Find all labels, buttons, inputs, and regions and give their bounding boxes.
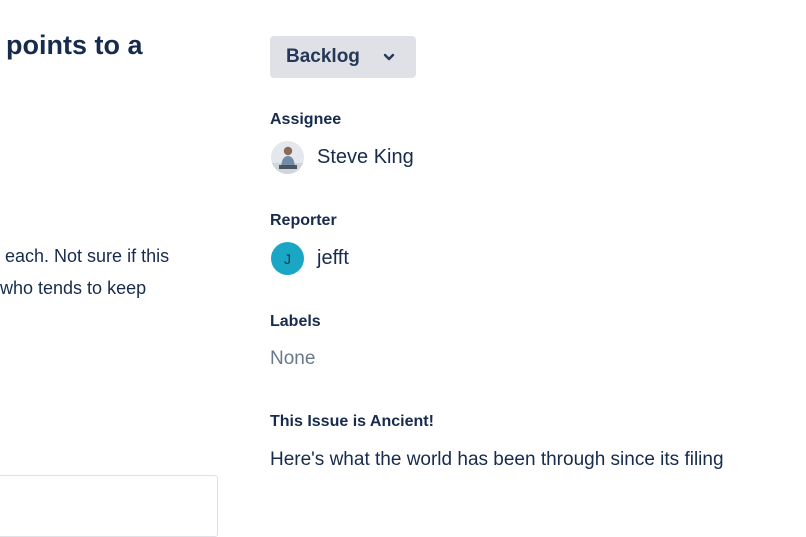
- share-icon[interactable]: [702, 0, 724, 6]
- reporter-avatar: J: [271, 242, 304, 275]
- reporter-label: Reporter: [270, 212, 337, 229]
- assignee-label: Assignee: [270, 111, 342, 128]
- labels-value[interactable]: None: [270, 348, 315, 370]
- header-toolbar: [540, 0, 780, 6]
- reporter-name: jefft: [317, 247, 349, 269]
- feedback-icon[interactable]: [552, 0, 566, 6]
- assignee-avatar: [271, 141, 304, 174]
- ancient-issue-label: This Issue is Ancient!: [270, 413, 434, 430]
- labels-label: Labels: [270, 313, 321, 330]
- assignee-field[interactable]: Steve King: [271, 141, 414, 174]
- status-label: Backlog: [286, 46, 360, 67]
- assignee-name: Steve King: [317, 146, 414, 168]
- comment-input[interactable]: [0, 475, 218, 537]
- chevron-down-icon: [383, 53, 395, 61]
- watch-icon[interactable]: [628, 0, 656, 6]
- issue-title: points to a: [6, 30, 143, 60]
- status-dropdown-button[interactable]: Backlog: [270, 36, 416, 78]
- description-line: who tends to keep: [0, 278, 147, 298]
- description-line: each. Not sure if this: [0, 246, 170, 266]
- issue-description: each. Not sure if this who tends to keep: [0, 240, 169, 304]
- user-photo-icon: [271, 141, 304, 174]
- reporter-field[interactable]: J jefft: [271, 242, 349, 275]
- ancient-issue-text: Here's what the world has been through s…: [270, 449, 724, 470]
